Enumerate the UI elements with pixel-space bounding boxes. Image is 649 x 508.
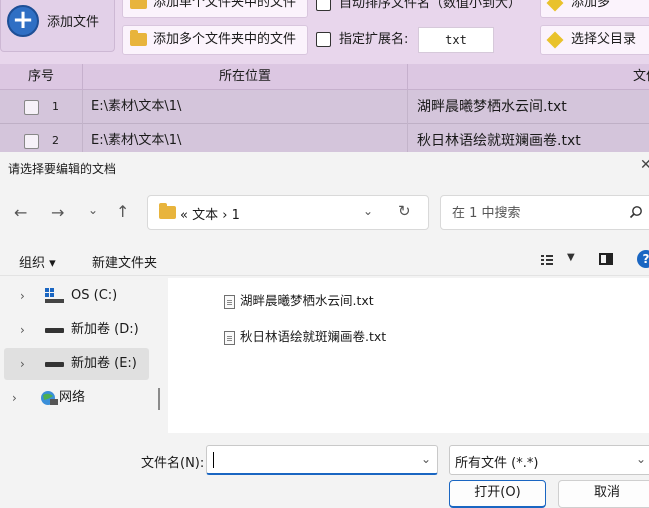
cancel-button[interactable]: 取消	[558, 480, 649, 508]
drive-icon	[45, 362, 64, 367]
auto-sort-checkbox[interactable]: 自动排序文件名（数值小到大）	[316, 0, 521, 19]
add-multi-folder-button[interactable]: 添加多个文件夹中的文件	[122, 25, 308, 55]
drive-icon	[45, 328, 64, 333]
select-parent-button[interactable]: 选择父目录	[540, 25, 649, 55]
folder-icon	[130, 0, 147, 9]
view-options-icon[interactable]	[541, 254, 557, 266]
file-list: 湖畔晨曦梦栖水云间.txt 秋日林语绘就斑斓画卷.txt	[168, 278, 649, 433]
nav-item-network[interactable]: › 网络	[4, 382, 149, 414]
chevron-down-icon: ⌄	[636, 452, 647, 466]
breadcrumb-1[interactable]: 1	[232, 208, 240, 223]
search-box[interactable]	[440, 195, 649, 230]
row-checkbox[interactable]	[24, 100, 39, 115]
search-icon[interactable]	[629, 205, 643, 219]
refresh-icon[interactable]: ↻	[398, 202, 411, 220]
text-caret	[213, 452, 214, 468]
nav-pane-scrollbar[interactable]	[158, 388, 160, 410]
diamond-icon	[546, 0, 564, 11]
view-dropdown-chevron-icon[interactable]: ▼	[567, 252, 575, 263]
filename-label: 文件名(N):	[141, 456, 205, 471]
help-icon[interactable]: ?	[637, 250, 649, 268]
row-location: E:\素材\文本\1\	[83, 90, 408, 124]
row-filename: 湖畔晨曦梦栖水云间.txt	[417, 99, 567, 115]
navigation-pane: › OS (C:) › 新加卷 (D:) › 新加卷 (E:) › 网络	[0, 278, 162, 433]
filetype-select[interactable]: 所有文件 (*.*) ⌄	[449, 445, 649, 475]
column-header-index[interactable]: 序号	[0, 64, 83, 90]
text-file-icon	[224, 330, 235, 345]
chevron-down-icon[interactable]: ⌄	[421, 452, 431, 466]
add-more-button[interactable]: 添加多	[540, 0, 649, 18]
folder-icon	[130, 30, 147, 46]
text-file-icon	[224, 294, 235, 309]
table-row[interactable]: 1 E:\素材\文本\1\ 湖畔晨曦梦栖水云间.txt	[0, 90, 649, 124]
filename-input[interactable]	[213, 450, 407, 472]
chevron-right-icon[interactable]: ›	[20, 348, 25, 380]
plus-icon: +	[7, 5, 39, 37]
chevron-right-icon[interactable]: ›	[20, 314, 25, 346]
extension-input[interactable]: txt	[418, 27, 494, 53]
checkbox-icon	[316, 32, 331, 47]
nav-item-c-drive[interactable]: › OS (C:)	[4, 280, 149, 312]
diamond-icon	[546, 31, 564, 48]
nav-item-d-drive[interactable]: › 新加卷 (D:)	[4, 314, 149, 346]
address-bar[interactable]: « 文本 › 1 ⌄ ↻	[147, 195, 429, 230]
up-arrow-icon[interactable]: ↑	[116, 202, 129, 221]
chevron-right-icon[interactable]: ›	[20, 280, 25, 312]
open-button[interactable]: 打开(O)	[449, 480, 546, 508]
chevron-down-icon[interactable]: ⌄	[363, 204, 373, 218]
nav-item-e-drive[interactable]: › 新加卷 (E:)	[4, 348, 149, 380]
column-header-filename[interactable]: 文件	[408, 64, 649, 90]
table-header: 序号 所在位置 文件	[0, 64, 649, 90]
preview-pane-icon[interactable]	[599, 253, 613, 265]
windows-drive-icon	[45, 288, 64, 303]
folder-icon	[159, 203, 176, 219]
list-item[interactable]: 秋日林语绘就斑斓画卷.txt	[224, 326, 386, 348]
search-input[interactable]	[450, 202, 624, 224]
breadcrumb-text[interactable]: 文本	[192, 208, 218, 223]
address-path: « 文本 › 1	[180, 208, 240, 223]
organize-menu[interactable]: 组织 ▾	[19, 252, 56, 271]
forward-arrow-icon[interactable]: →	[51, 203, 64, 222]
add-file-label: 添加文件	[47, 15, 100, 30]
filename-combobox[interactable]: ⌄	[206, 445, 438, 475]
row-checkbox[interactable]	[24, 134, 39, 149]
dialog-title: 请选择要编辑的文档	[8, 162, 117, 176]
list-item[interactable]: 湖畔晨曦梦栖水云间.txt	[224, 290, 374, 312]
checkbox-icon	[316, 0, 331, 11]
back-arrow-icon[interactable]: ←	[14, 203, 27, 222]
chevron-right-icon[interactable]: ›	[12, 382, 17, 414]
new-folder-button[interactable]: 新建文件夹	[92, 252, 157, 271]
add-single-folder-button[interactable]: 添加单个文件夹中的文件	[122, 0, 308, 18]
network-icon	[41, 391, 58, 405]
add-file-button[interactable]: + 添加文件	[0, 0, 115, 52]
close-icon[interactable]: ✕	[640, 157, 649, 173]
recent-locations-chevron-icon[interactable]: ⌄	[88, 203, 98, 217]
ext-checkbox[interactable]: 指定扩展名:	[316, 25, 408, 55]
column-header-location[interactable]: 所在位置	[83, 64, 408, 90]
